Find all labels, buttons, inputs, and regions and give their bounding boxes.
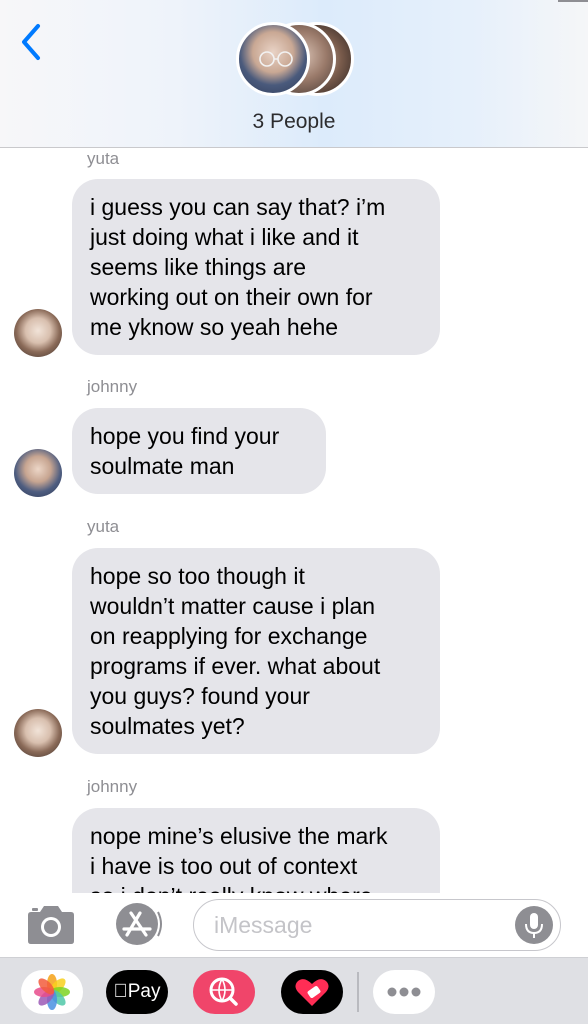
message-bubble[interactable]: nope mine’s elusive the mark i have is t…: [72, 808, 440, 893]
message-line: i guess you can say that? i’m: [90, 194, 386, 220]
more-apps-button[interactable]: [373, 970, 435, 1014]
sender-name: yuta: [87, 517, 120, 536]
back-button[interactable]: [18, 22, 48, 62]
more-icon: [387, 987, 421, 997]
message-composer: [0, 893, 588, 957]
imessage-field[interactable]: [193, 899, 561, 951]
app-store-icon: [116, 903, 162, 945]
message-line: seems like things are: [90, 254, 307, 280]
conversation-header: 3 People: [0, 0, 588, 148]
apple-pay-button[interactable]: Pay: [106, 970, 168, 1014]
sender-name: johnny: [87, 777, 138, 796]
message-bubble[interactable]: hope so too though it wouldn’t matter ca…: [72, 548, 440, 754]
message-bubble[interactable]: hope you find your soulmate man: [72, 408, 326, 494]
drawer-divider: [357, 972, 359, 1012]
conversation-title[interactable]: 3 People: [0, 110, 588, 134]
message-line: soulmates yet?: [90, 713, 245, 739]
app-drawer: Pay: [0, 957, 588, 1024]
apple-pay-icon: : [114, 981, 128, 1002]
sender-avatar[interactable]: [14, 309, 62, 357]
message-line: wouldn’t matter cause i plan: [90, 593, 376, 619]
microphone-icon: [525, 913, 543, 938]
message-line: hope you find your: [90, 423, 280, 449]
avatar: [236, 22, 310, 96]
message-line: hope so too though it: [90, 563, 305, 589]
camera-button[interactable]: [24, 903, 78, 947]
message-line: nope mine’s elusive the mark: [90, 823, 388, 849]
app-store-button[interactable]: [110, 901, 164, 947]
sender-avatar[interactable]: [14, 449, 62, 497]
message-line: soulmate man: [90, 453, 235, 479]
camera-icon: [28, 906, 74, 944]
sender-avatar[interactable]: [14, 709, 62, 757]
message-line: so i don’t really know where: [90, 881, 422, 893]
message-line: i have is too out of context: [90, 853, 358, 879]
message-line: working out on their own for: [90, 284, 373, 310]
message-line: you guys? found your: [90, 683, 310, 709]
message-thread[interactable]: yuta i guess you can say that? i’m just …: [0, 149, 588, 893]
message-input[interactable]: [214, 900, 514, 950]
message-line: on reapplying for exchange: [90, 623, 368, 649]
message-line: just doing what i like and it: [90, 224, 359, 250]
photos-icon: [34, 974, 70, 1010]
message-line: programs if ever. what about: [90, 653, 381, 679]
dictation-button[interactable]: [515, 906, 553, 944]
group-avatars[interactable]: [236, 22, 356, 98]
status-bar-fragment: [558, 0, 588, 2]
photos-app-button[interactable]: [21, 970, 83, 1014]
chevron-left-icon: [22, 24, 40, 60]
web-search-app-button[interactable]: [193, 970, 255, 1014]
message-line: me yknow so yeah hehe: [90, 314, 339, 340]
apple-pay-label: Pay: [120, 981, 161, 1002]
sender-name: johnny: [87, 377, 138, 396]
sender-name: yuta: [87, 149, 120, 168]
web-search-icon: [209, 977, 238, 1006]
digital-touch-icon: [295, 979, 329, 1006]
message-bubble[interactable]: i guess you can say that? i’m just doing…: [72, 179, 440, 355]
digital-touch-app-button[interactable]: [281, 970, 343, 1014]
